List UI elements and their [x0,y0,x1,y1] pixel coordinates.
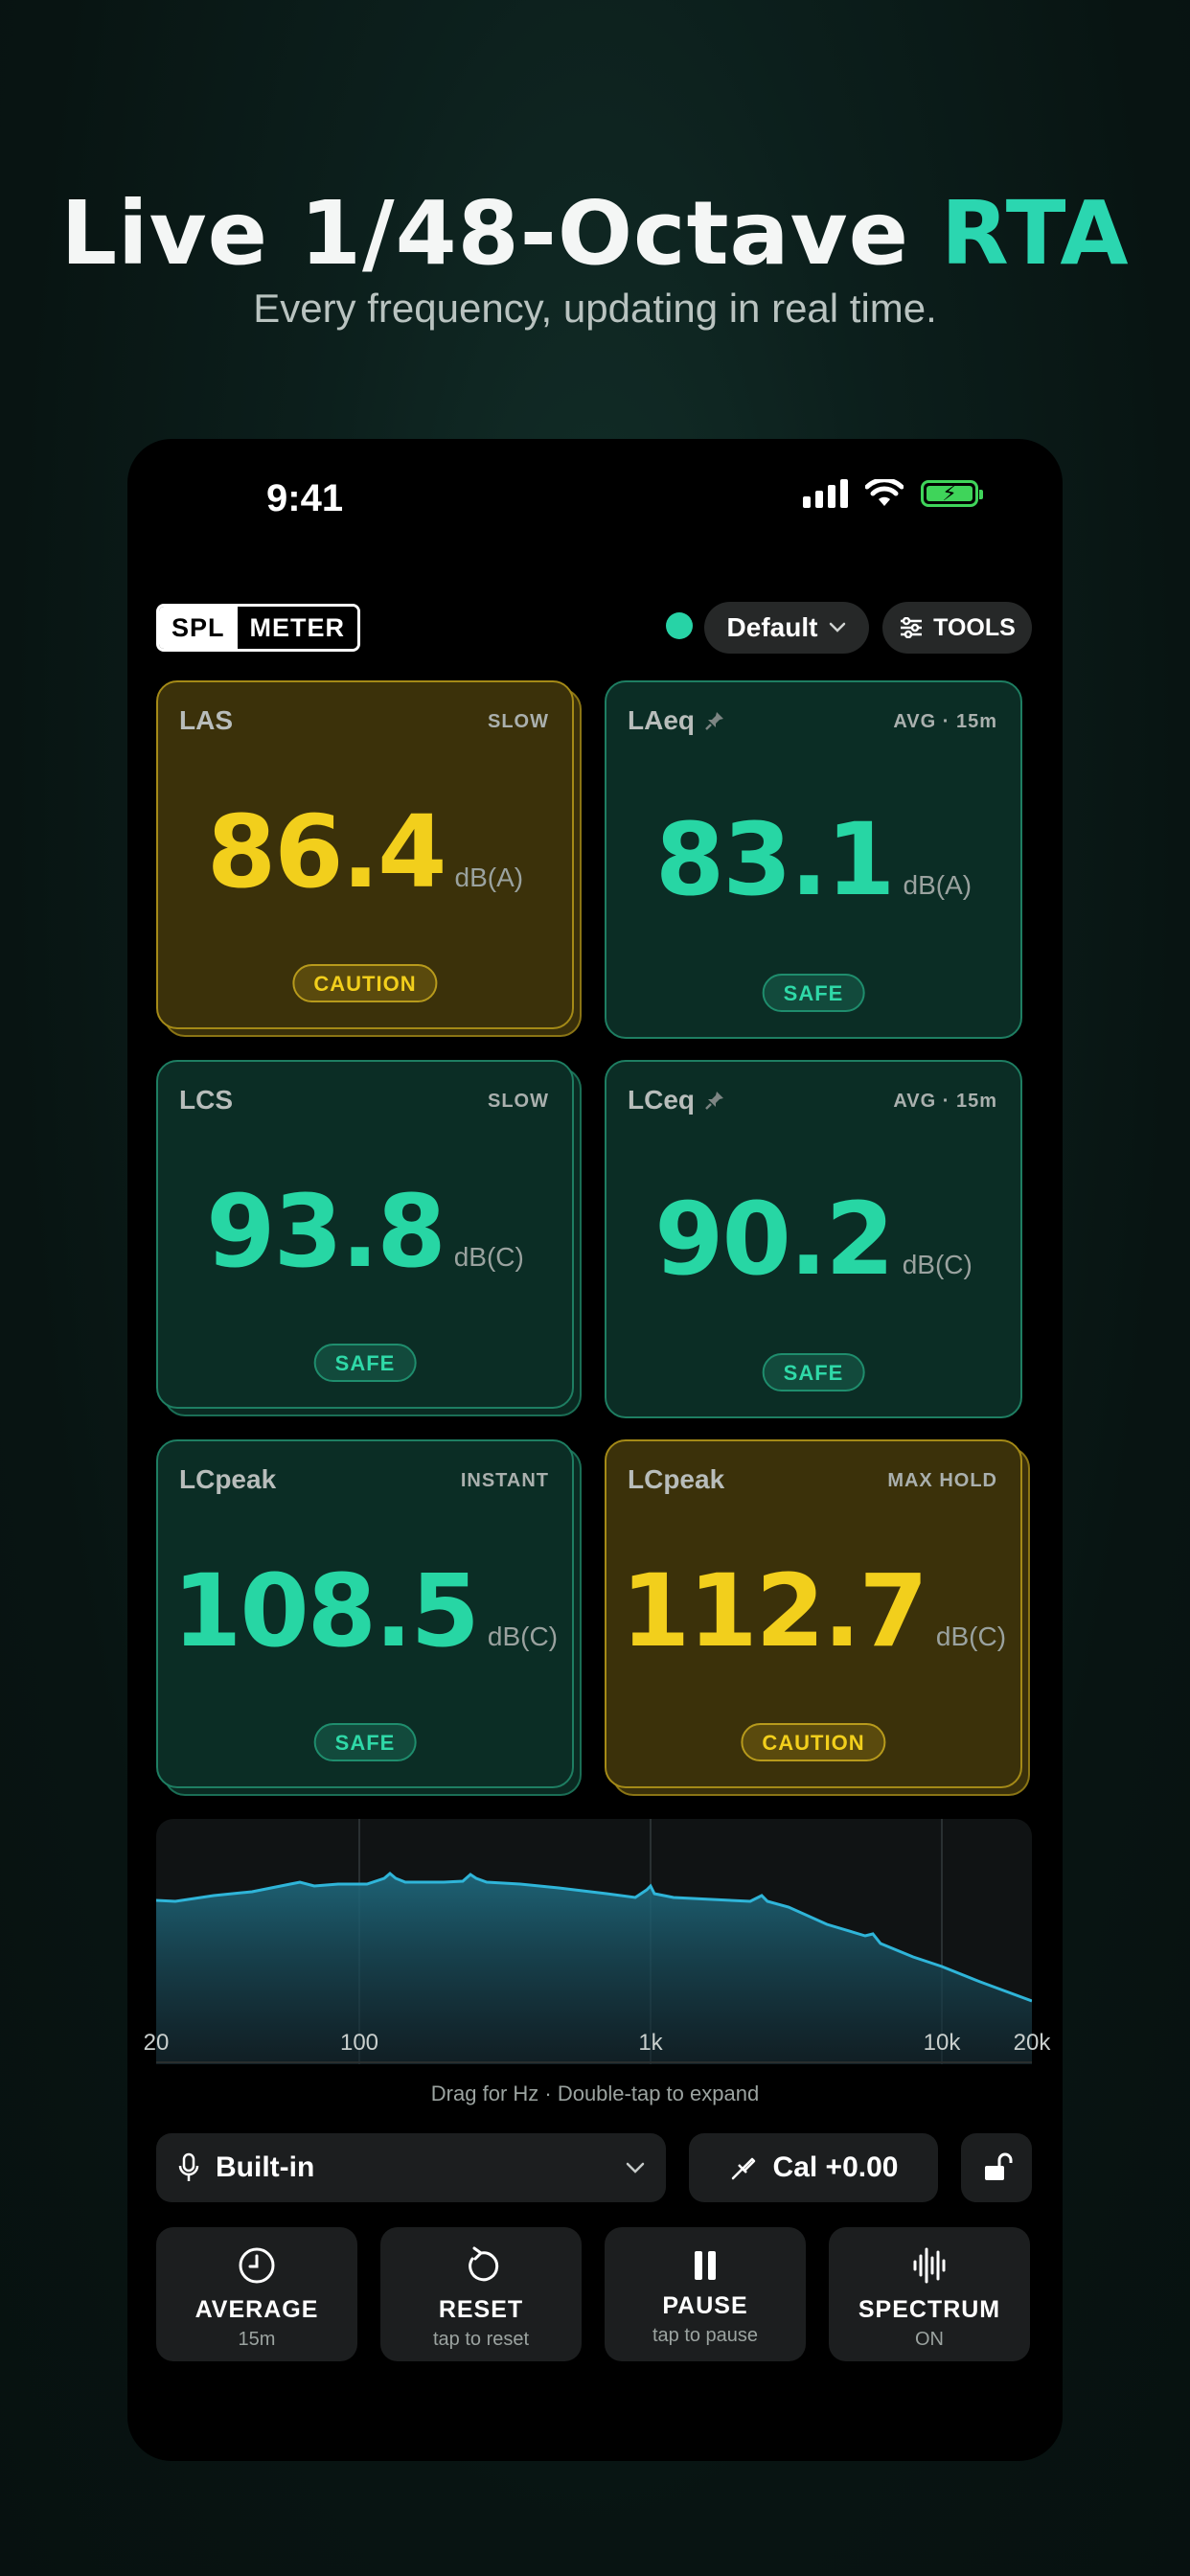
calibration-probe-icon [731,2157,755,2180]
rta-spectrum-plot[interactable] [156,1819,1032,2064]
meter-unit: dB(C) [487,1622,559,1651]
tick-label: 20k [1013,2030,1051,2056]
status-time: 9:41 [266,477,344,519]
calibration-label: Cal +0.00 [772,2151,899,2183]
meter-mode: INSTANT [460,1470,549,1491]
pause-title: PAUSE [662,2292,748,2319]
meter-card-las[interactable]: LAS SLOW 86.4 dB(A) CAUTION [156,680,574,1029]
battery-charging-icon: ⚡ [921,480,983,507]
average-title: AVERAGE [195,2296,319,2323]
meter-label: LCeq [628,1085,725,1116]
pin-icon [705,1092,723,1110]
meter-value-row: 108.5 dB(C) [158,1552,572,1669]
meter-label: LCS [179,1085,233,1115]
meter-card-lcpeak-maxhold[interactable]: LCpeak MAX HOLD 112.7 dB(C) CAUTION [605,1439,1022,1788]
clock-icon [156,2244,357,2287]
status-badge: SAFE [762,974,865,1012]
meter-value: 83.1 [654,801,896,918]
spectrum-svg [156,1819,1032,2064]
tools-label: TOOLS [933,613,1016,641]
status-icons: ⚡ [803,479,983,508]
status-badge: SAFE [762,1353,865,1392]
status-badge: SAFE [313,1723,417,1761]
meter-value: 93.8 [206,1173,446,1290]
meter-mode: MAX HOLD [887,1470,997,1491]
status-badge: CAUTION [741,1723,886,1761]
live-indicator-dot [666,612,693,639]
meter-card-lceq[interactable]: LCeq AVG · 15m 90.2 dB(C) SAFE [605,1060,1022,1418]
meter-unit: dB(A) [454,862,524,892]
spectrum-subtitle: ON [915,2329,944,2350]
pin-icon [705,712,723,730]
tick-label: 1k [638,2030,663,2056]
meter-value-row: 90.2 dB(C) [606,1181,1020,1298]
meter-mode: AVG · 15m [893,1091,997,1112]
spectrum-hint: Drag for Hz · Double-tap to expand [430,2082,760,2105]
logo-spl: SPL [159,607,238,649]
meter-value: 86.4 [206,794,447,910]
logo-meter: METER [237,607,358,649]
tick-label: 20 [143,2030,170,2056]
chevron-down-icon [830,622,846,632]
unlock-icon [985,2152,1013,2180]
tick-label: 100 [339,2030,379,2056]
meter-label: LCpeak [628,1464,725,1494]
pause-button[interactable]: PAUSE tap to pause [605,2227,806,2361]
tools-button[interactable]: TOOLS [882,602,1032,654]
lock-toggle[interactable] [961,2133,1032,2202]
waveform-icon [829,2244,1030,2287]
microphone-icon [178,2152,199,2181]
phone-screen: 9:41 ⚡ SPL METER Default TOOLS LAS SLOW [127,439,1063,2461]
meter-value: 108.5 [172,1552,480,1669]
meter-value-row: 93.8 dB(C) [158,1173,572,1290]
mic-label: Built-in [216,2151,315,2183]
meter-unit: dB(A) [903,870,973,900]
frequency-tick-labels: 20 100 1k 10k 20k [127,2030,1063,2058]
meter-label: LAS [179,705,233,735]
meter-unit: dB(C) [902,1250,973,1279]
preset-dropdown[interactable]: Default [704,602,869,654]
meter-mode: SLOW [488,1091,549,1112]
chevron-down-icon [626,2162,645,2174]
meter-mode: SLOW [488,711,549,732]
reset-button[interactable]: RESET tap to reset [380,2227,582,2361]
average-button[interactable]: AVERAGE 15m [156,2227,357,2361]
spectrum-toggle-button[interactable]: SPECTRUM ON [829,2227,1030,2361]
hero-subtitle: Every frequency, updating in real time. [253,286,937,331]
hero-title: Live 1/48-Octave RTA [0,182,1190,285]
meter-unit: dB(C) [935,1622,1007,1651]
sliders-icon [901,617,923,638]
spectrum-title: SPECTRUM [858,2296,1001,2323]
calibration-button[interactable]: Cal +0.00 [689,2133,938,2202]
meter-card-laeq[interactable]: LAeq AVG · 15m 83.1 dB(A) SAFE [605,680,1022,1039]
average-subtitle: 15m [238,2329,276,2350]
mic-select[interactable]: Built-in [156,2133,666,2202]
tick-label: 10k [923,2030,961,2056]
spectrum-axis-line [156,2061,1032,2063]
app-logo: SPL METER [156,604,361,652]
reset-title: RESET [438,2296,524,2323]
meter-label: LCpeak [179,1464,277,1494]
meter-value-row: 83.1 dB(A) [606,801,1020,918]
meter-value-row: 86.4 dB(A) [158,794,572,910]
hero-title-main: Live 1/48-Octave [60,182,942,285]
wifi-icon [865,479,904,506]
pause-subtitle: tap to pause [652,2325,759,2346]
status-badge: CAUTION [292,964,438,1002]
meter-unit: dB(C) [453,1242,524,1272]
hero-title-accent: RTA [941,182,1130,285]
meter-mode: AVG · 15m [893,711,997,732]
status-badge: SAFE [313,1344,417,1382]
meter-value: 112.7 [620,1552,928,1669]
cellular-signal-icon [803,479,848,508]
reset-subtitle: tap to reset [432,2329,530,2350]
pause-icon [605,2244,806,2287]
reset-icon [380,2244,582,2287]
meter-value-row: 112.7 dB(C) [606,1552,1020,1669]
meter-card-lcpeak-instant[interactable]: LCpeak INSTANT 108.5 dB(C) SAFE [156,1439,574,1788]
preset-label: Default [726,612,818,642]
meter-card-lcs[interactable]: LCS SLOW 93.8 dB(C) SAFE [156,1060,574,1409]
meter-label: LAeq [628,705,725,736]
meter-value: 90.2 [654,1181,895,1298]
